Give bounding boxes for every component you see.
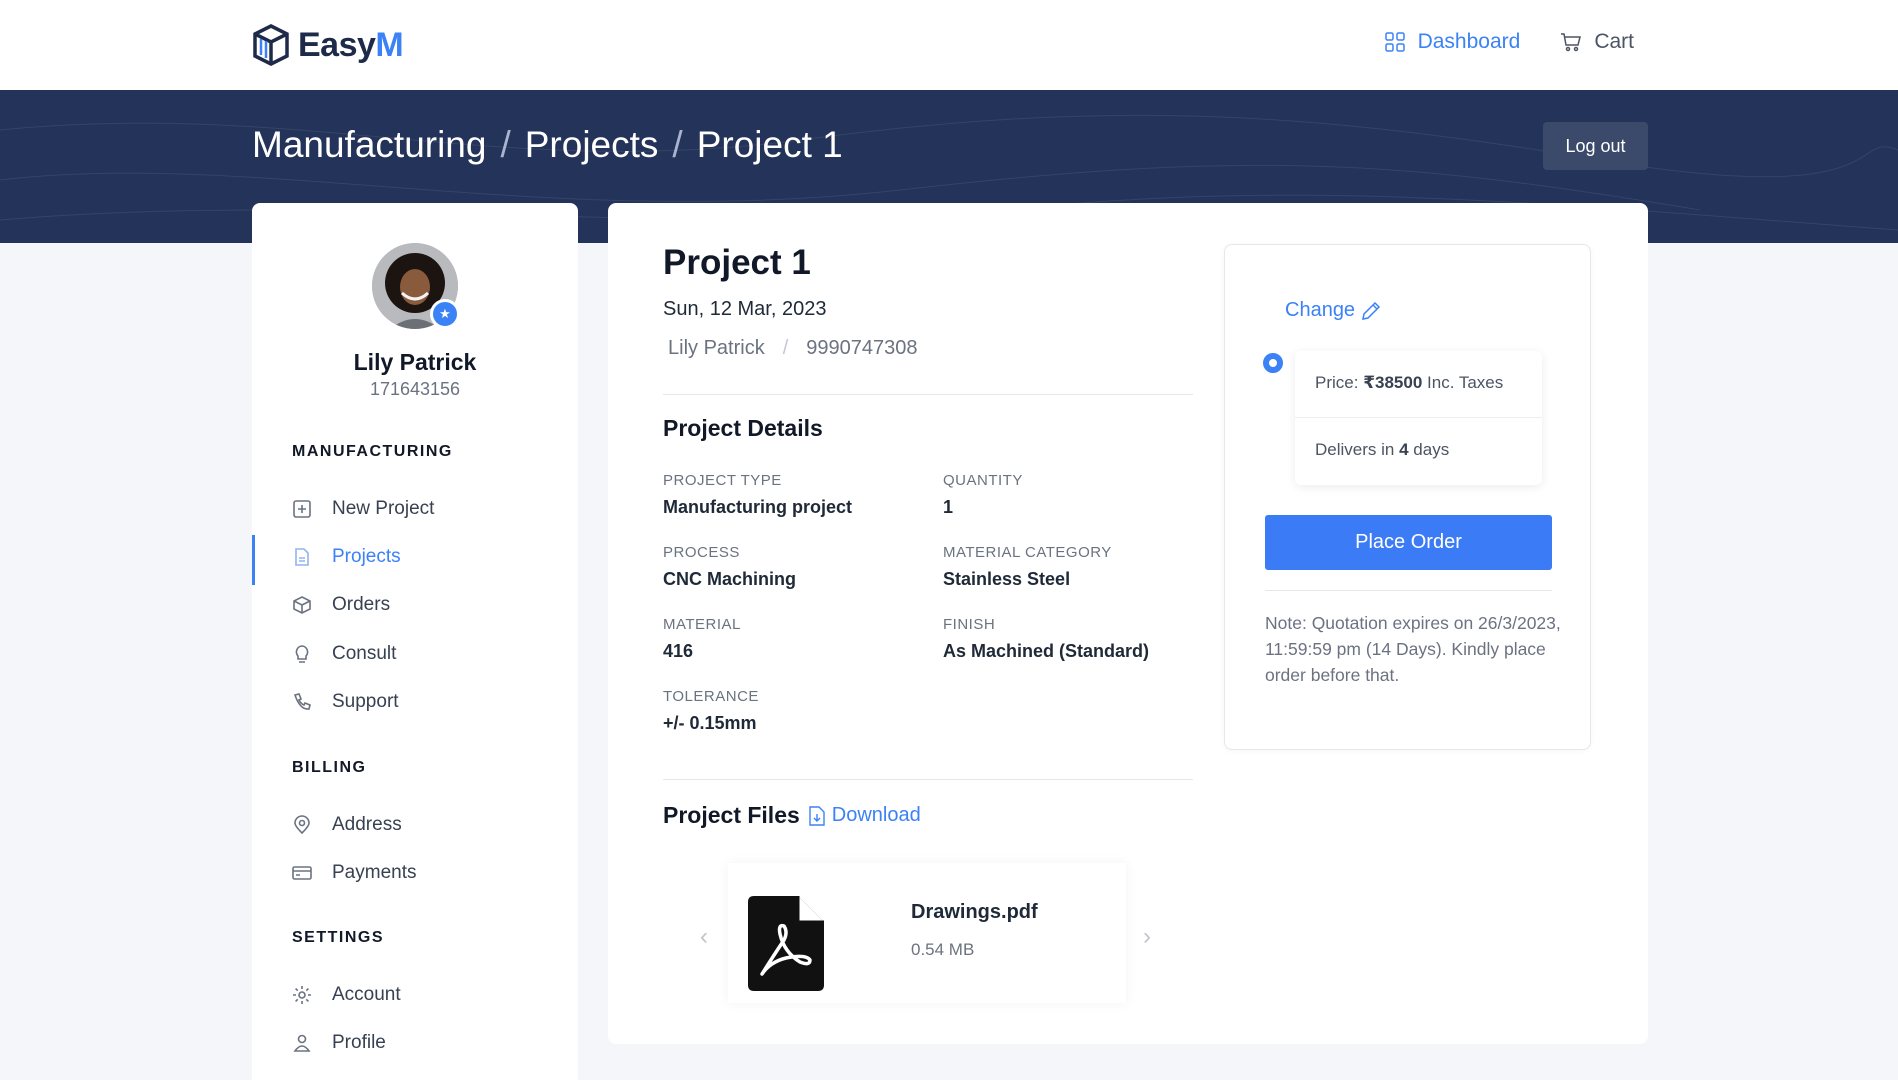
plus-square-icon [293, 500, 311, 518]
change-link[interactable]: Change [1285, 299, 1381, 322]
field-label-tolerance: TOLERANCE [663, 688, 759, 705]
gear-icon [293, 986, 311, 1004]
sidebar-item-address[interactable]: Address [252, 803, 578, 847]
breadcrumb-projects[interactable]: Projects [525, 124, 659, 166]
meta-separator: / [782, 337, 789, 359]
section-title-settings: SETTINGS [292, 929, 385, 946]
sidebar-item-label: Consult [332, 643, 397, 664]
download-label: Download [831, 804, 921, 826]
user-id: 171643156 [369, 379, 461, 399]
breadcrumb-current: Project 1 [696, 124, 843, 165]
chevron-left-icon[interactable]: ‹ [700, 923, 708, 951]
field-value-quantity: 1 [943, 497, 954, 517]
sidebar-item-label: Projects [332, 546, 401, 567]
pdf-file-icon [748, 896, 824, 991]
divider [663, 394, 1193, 395]
field-label-material-category: MATERIAL CATEGORY [943, 544, 1112, 561]
field-value-project-type: Manufacturing project [663, 497, 853, 517]
breadcrumb: Manufacturing / Projects / Project 1 [252, 124, 843, 166]
price-text: Price: ₹38500 Inc. Taxes [1315, 373, 1504, 392]
chevron-right-icon[interactable]: › [1143, 923, 1151, 951]
file-name: Drawings.pdf [911, 901, 1038, 923]
change-label: Change [1285, 299, 1356, 321]
lightbulb-icon [295, 645, 309, 663]
sidebar-item-label: Profile [332, 1032, 386, 1053]
download-link[interactable]: Download [808, 804, 921, 827]
top-navbar: EasyM Dashboard Cart [0, 0, 1898, 90]
user-icon [293, 1034, 311, 1052]
brand-logo[interactable]: EasyM [252, 24, 404, 66]
section-title-billing: BILLING [292, 759, 367, 776]
field-label-finish: FINISH [943, 616, 996, 633]
section-title-manufacturing: MANUFACTURING [292, 443, 453, 460]
quote-panel: Change Price: ₹38500 Inc. Taxes Delivers… [1224, 244, 1591, 750]
page-title: Project 1 [663, 243, 811, 282]
breadcrumb-separator: / [672, 124, 683, 165]
field-label-process: PROCESS [663, 544, 740, 561]
project-contact: Lily Patrick / 9990747308 [668, 337, 918, 360]
field-label-quantity: QUANTITY [943, 472, 1023, 489]
sidebar-item-label: Address [332, 814, 402, 835]
divider [1295, 417, 1542, 418]
phone-icon [293, 693, 311, 710]
sidebar-item-projects[interactable]: Projects [252, 535, 578, 585]
quote-option-radio[interactable] [1263, 353, 1283, 373]
star-badge-icon: ★ [430, 299, 460, 329]
brand-name: EasyM [298, 25, 404, 64]
file-card[interactable]: Drawings.pdf 0.54 MB [728, 863, 1126, 1003]
breadcrumb-separator: / [500, 124, 511, 165]
sidebar-item-account[interactable]: Account [252, 973, 578, 1017]
field-value-finish: As Machined (Standard) [943, 641, 1150, 661]
credit-card-icon [292, 866, 312, 880]
nav-cart-label: Cart [1594, 30, 1634, 53]
logout-button[interactable]: Log out [1543, 122, 1648, 170]
pencil-icon [1362, 301, 1381, 320]
project-phone: 9990747308 [806, 337, 918, 359]
grid-icon [1384, 32, 1405, 52]
field-value-material-category: Stainless Steel [943, 569, 1071, 589]
nav-dashboard-label: Dashboard [1417, 30, 1521, 53]
sidebar-item-label: New Project [332, 498, 435, 519]
sidebar-item-label: Account [332, 984, 401, 1005]
project-owner: Lily Patrick [668, 337, 765, 359]
download-file-icon [809, 805, 825, 826]
sidebar-item-consult[interactable]: Consult [252, 632, 578, 676]
map-pin-icon [294, 815, 310, 835]
divider [663, 779, 1193, 780]
sidebar-item-label: Support [332, 691, 399, 712]
file-size: 0.54 MB [911, 940, 975, 959]
project-files-heading: Project Files [663, 802, 800, 828]
user-name: Lily Patrick [353, 349, 477, 375]
logo-cube-icon [253, 24, 289, 66]
cart-icon [1561, 33, 1582, 52]
sidebar-item-label: Orders [332, 594, 391, 615]
sidebar-item-label: Payments [332, 862, 417, 883]
quote-option-card[interactable]: Price: ₹38500 Inc. Taxes Delivers in 4 d… [1295, 351, 1542, 485]
divider [1265, 590, 1552, 591]
sidebar-item-payments[interactable]: Payments [252, 851, 578, 895]
sidebar: ★ Lily Patrick 171643156 MANUFACTURING N… [252, 203, 578, 1080]
nav-dashboard-link[interactable]: Dashboard [1384, 30, 1521, 54]
breadcrumb-manufacturing[interactable]: Manufacturing [252, 124, 486, 166]
field-value-process: CNC Machining [663, 569, 796, 589]
nav-cart-link[interactable]: Cart [1560, 30, 1634, 54]
field-label-material: MATERIAL [663, 616, 741, 633]
project-details-heading: Project Details [663, 415, 823, 441]
field-value-tolerance: +/- 0.15mm [663, 713, 757, 733]
place-order-button[interactable]: Place Order [1265, 515, 1552, 570]
field-label-project-type: PROJECT TYPE [663, 472, 782, 489]
sidebar-item-support[interactable]: Support [252, 680, 578, 724]
document-icon [295, 548, 309, 566]
sidebar-item-profile[interactable]: Profile [252, 1021, 578, 1065]
delivery-text: Delivers in 4 days [1315, 440, 1450, 459]
quotation-note: Note: Quotation expires on 26/3/2023, 11… [1265, 613, 1561, 685]
field-value-material: 416 [663, 641, 694, 661]
project-files-header: Project Files Download [663, 802, 921, 829]
project-date: Sun, 12 Mar, 2023 [663, 298, 827, 320]
sidebar-item-orders[interactable]: Orders [252, 583, 578, 627]
box-icon [293, 596, 311, 614]
sidebar-item-new-project[interactable]: New Project [252, 487, 578, 531]
